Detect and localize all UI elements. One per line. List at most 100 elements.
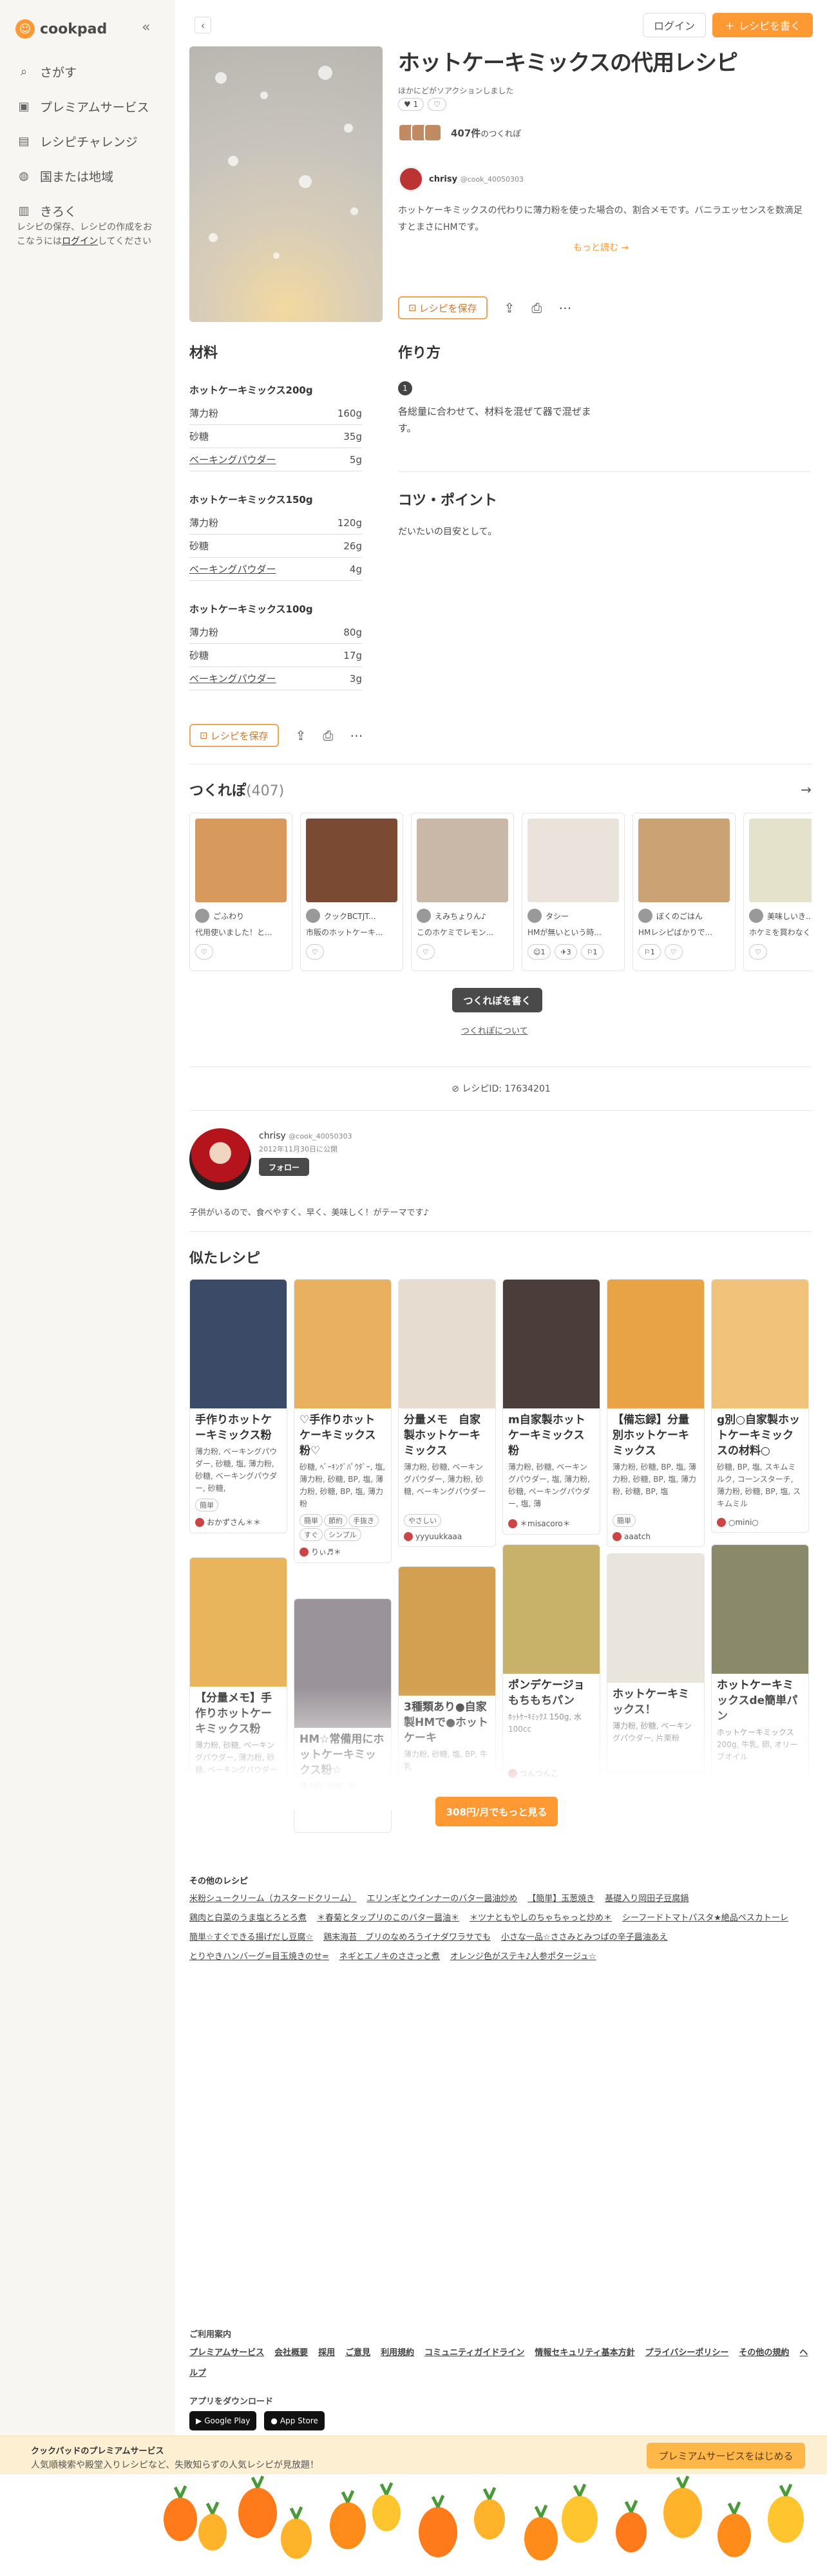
tsukurepo-photo[interactable] <box>528 819 619 902</box>
footer-link[interactable]: コミュニティガイドライン <box>424 2348 524 2358</box>
author-avatar[interactable] <box>189 1128 251 1190</box>
similar-recipe-card[interactable]: m自家製ホットケーキミックス粉 薄力粉, 砂糖, ベーキングパウダー, 塩, 薄力… <box>502 1279 600 1535</box>
reaction-chip[interactable]: ♡ <box>306 944 324 960</box>
read-more-link[interactable]: もっと読む → <box>573 241 629 254</box>
ingredient-name[interactable]: ベーキングパウダー <box>189 448 276 471</box>
similar-recipe-card[interactable]: 手作りホットケーキミックス粉 薄力粉, ベーキングパウダー, 砂糖, 塩, 薄力粉… <box>189 1279 287 1533</box>
cookpad-logo[interactable]: ☺ cookpad <box>15 19 107 39</box>
other-recipe-link[interactable]: 鶏肉と白菜のうま塩とろとろ煮 <box>189 1913 307 1923</box>
similar-recipe-photo[interactable] <box>712 1545 808 1674</box>
tsukurepo-summary[interactable]: 407件のつくれぽ <box>398 124 521 142</box>
print-icon[interactable]: ⎙ <box>531 300 542 316</box>
other-recipe-link[interactable]: エリンギとウインナーのバター醤油炒め <box>366 1894 517 1904</box>
other-recipe-link[interactable]: ＊春菊とタップリのこのバター醤油＊ <box>317 1913 459 1923</box>
tsukurepo-card[interactable]: ごふわり 代用使いました！と... ♡ <box>189 813 292 971</box>
ingredient-name[interactable]: ベーキングパウダー <box>189 558 276 580</box>
similar-recipe-author[interactable]: ○mini○ <box>712 1513 808 1532</box>
login-link[interactable]: ログイン <box>62 236 98 247</box>
save-recipe-button-bottom[interactable]: ⊡ レシピを保存 <box>189 724 279 747</box>
follow-button[interactable]: フォロー <box>259 1158 309 1176</box>
other-recipe-link[interactable]: 基礎入り岡田子豆腐鍋 <box>605 1894 689 1904</box>
print-icon[interactable]: ⎙ <box>323 728 333 743</box>
about-tsukurepo-link[interactable]: つくれぽについて <box>461 1024 528 1036</box>
similar-recipe-photo[interactable] <box>190 1558 287 1687</box>
start-premium-button[interactable]: プレミアムサービスをはじめる <box>647 2443 805 2468</box>
ingredient-name[interactable]: ベーキングパウダー <box>189 667 276 690</box>
heart-badge[interactable]: ♡ <box>428 98 446 111</box>
similar-recipe-photo[interactable] <box>294 1280 391 1408</box>
similar-recipe-card[interactable]: 【備忘録】分量別ホットケーキミックス 薄力粉, 砂糖, BP, 塩, 薄力粉, 砂… <box>607 1279 705 1547</box>
similar-recipe-author[interactable]: りぃ♬＊ <box>294 1541 391 1562</box>
tsukurepo-photo[interactable] <box>417 819 508 902</box>
sidebar-item[interactable]: ⌕ さがす <box>17 54 158 89</box>
profile-name[interactable]: chrisy @cook_40050303 <box>259 1131 352 1141</box>
write-recipe-button[interactable]: ＋ レシピを書く <box>712 13 813 37</box>
premium-more-button[interactable]: 308円/月でもっと見る <box>435 1797 558 1826</box>
reaction-chip[interactable]: ♡ <box>664 944 683 960</box>
more-icon[interactable]: ⋯ <box>350 728 363 743</box>
footer-link[interactable]: 会社概要 <box>274 2348 308 2358</box>
similar-recipe-title[interactable]: m自家製ホットケーキミックス粉 <box>503 1408 600 1459</box>
similar-recipe-photo[interactable] <box>503 1280 600 1408</box>
other-recipe-link[interactable]: ネギとエノキのささっと煮 <box>339 1952 440 1962</box>
other-recipe-link[interactable]: 簡単☆すぐできる揚げだし豆腐☆ <box>189 1933 313 1942</box>
similar-recipe-author[interactable]: おかずさん＊＊ <box>190 1511 287 1533</box>
similar-recipe-photo[interactable] <box>399 1280 495 1408</box>
similar-recipe-card[interactable]: 分量メモ 自家製ホットケーキミックス 薄力粉, 砂糖, ベーキングパウダー, 薄力… <box>398 1279 496 1547</box>
similar-recipe-author[interactable]: yyyuukkaaa <box>399 1527 495 1546</box>
more-icon[interactable]: ⋯ <box>558 300 571 316</box>
footer-link[interactable]: その他の規約 <box>739 2348 789 2358</box>
collapse-sidebar-icon[interactable]: « <box>142 19 150 35</box>
similar-recipe-title[interactable]: 分量メモ 自家製ホットケーキミックス <box>399 1408 495 1459</box>
tsukurepo-card[interactable]: 美味しいき... ホケミを買わなく... ♡ <box>743 813 812 971</box>
tsukurepo-photo[interactable] <box>638 819 730 902</box>
other-recipe-link[interactable]: 米粉シュークリーム（カスタードクリーム） <box>189 1894 356 1904</box>
tsukurepo-photo[interactable] <box>749 819 812 902</box>
other-recipe-link[interactable]: 鶏末海苔 ブリのなめろうイナダワラサでも <box>323 1933 491 1942</box>
footer-link[interactable]: プレミアムサービス <box>189 2348 264 2358</box>
tsukurepo-card[interactable]: タシー HMが無いという時... ☺1 ✈3 ⚐1 <box>522 813 625 971</box>
footer-link[interactable]: 採用 <box>318 2348 335 2358</box>
similar-recipe-author[interactable]: aaatch <box>607 1527 704 1546</box>
similar-recipe-title[interactable]: ♡手作りホットケーキミックス粉♡ <box>294 1408 391 1459</box>
footer-link[interactable]: プライバシーポリシー <box>645 2348 729 2358</box>
save-recipe-button[interactable]: ⊡ レシピを保存 <box>398 296 488 319</box>
sidebar-item[interactable]: ◍ 国または地域 <box>17 158 158 193</box>
sidebar-item[interactable]: ▣ プレミアムサービス <box>17 89 158 124</box>
similar-recipe-photo[interactable] <box>607 1554 704 1683</box>
tsukurepo-card[interactable]: クックBCTJT... 市販のホットケーキ... ♡ <box>300 813 403 971</box>
reaction-chip[interactable]: ♡ <box>417 944 435 960</box>
similar-recipe-title[interactable]: 手作りホットケーキミックス粉 <box>190 1408 287 1443</box>
reaction-chip[interactable]: ♡ <box>749 944 767 960</box>
share-icon[interactable]: ⇪ <box>504 300 515 316</box>
similar-recipe-author[interactable]: ＊misacoro＊ <box>503 1513 600 1534</box>
similar-recipe-card[interactable]: ♡手作りホットケーキミックス粉♡ 砂糖, ﾍﾞｰｷﾝｸﾞﾊﾟｳﾀﾞｰ, 塩, 薄力… <box>294 1279 392 1563</box>
tsukurepo-card[interactable]: えみちょりん♪ このホケミでレモン... ♡ <box>411 813 514 971</box>
reaction-chip[interactable]: ♡ <box>195 944 213 960</box>
other-recipe-link[interactable]: シーフードトマトパスタ★絶品ペスカトーレ <box>622 1913 788 1923</box>
share-icon[interactable]: ⇪ <box>296 728 307 743</box>
similar-recipe-photo[interactable] <box>607 1280 704 1408</box>
back-button[interactable]: ‹ <box>195 17 211 33</box>
other-recipe-link[interactable]: 小さな一品☆ささみとみつばの辛子醤油あえ <box>501 1933 668 1942</box>
app-store-button[interactable]: ● App Store <box>264 2411 325 2430</box>
tsukurepo-photo[interactable] <box>306 819 397 902</box>
other-recipe-link[interactable]: とりやきハンバーグ=目玉焼きのせ= <box>189 1952 329 1962</box>
footer-link[interactable]: 情報セキュリティ基本方針 <box>535 2348 634 2358</box>
tsukurepo-card[interactable]: ぼくのごはん HMレシピばかりで... ⚐1 ♡ <box>632 813 736 971</box>
similar-recipe-title[interactable]: g別○自家製ホットケーキミックスの材料○ <box>712 1408 808 1459</box>
similar-recipe-photo[interactable] <box>503 1545 600 1674</box>
author-block[interactable]: chrisy @cook_40050303 <box>398 166 524 192</box>
reaction-chip[interactable]: ⚐1 <box>580 944 604 960</box>
sidebar-item[interactable]: ▤ レシピチャレンジ <box>17 124 158 158</box>
similar-recipe-title[interactable]: 【備忘録】分量別ホットケーキミックス <box>607 1408 704 1459</box>
google-play-button[interactable]: ▶ Google Play <box>189 2411 257 2430</box>
footer-link[interactable]: 利用規約 <box>381 2348 414 2358</box>
arrow-right-icon[interactable]: → <box>801 782 812 797</box>
login-button[interactable]: ログイン <box>643 13 706 37</box>
similar-recipe-photo[interactable] <box>399 1567 495 1696</box>
reaction-chip[interactable]: ⚐1 <box>638 944 661 960</box>
tsukurepo-photo[interactable] <box>195 819 287 902</box>
reaction-chip[interactable]: ✈3 <box>555 944 577 960</box>
similar-recipe-card[interactable]: g別○自家製ホットケーキミックスの材料○ 砂糖, BP, 塩, スキムミルク, コ… <box>711 1279 809 1533</box>
